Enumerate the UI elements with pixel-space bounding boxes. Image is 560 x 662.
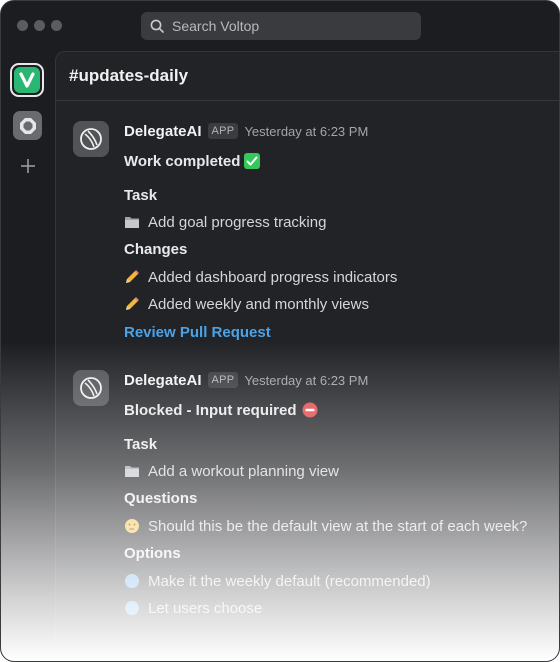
task-line: Add a workout planning view xyxy=(124,460,339,482)
option-text: Make it the weekly default (recommended) xyxy=(148,572,431,590)
message-meta: DelegateAI APP Yesterday at 6:23 PM xyxy=(124,121,559,141)
blue-circle-icon xyxy=(124,600,140,616)
search-placeholder: Search Voltop xyxy=(172,18,260,34)
changes-heading: Changes xyxy=(124,240,188,258)
sender-name[interactable]: DelegateAI xyxy=(124,372,202,389)
close-window-button[interactable] xyxy=(17,20,28,31)
check-mark-icon xyxy=(244,153,261,169)
channel-header: #updates-daily xyxy=(56,52,559,101)
workspace-rail xyxy=(1,51,55,661)
channel-name[interactable]: #updates-daily xyxy=(69,66,188,86)
option-item[interactable]: Let users choose xyxy=(124,597,262,619)
option-text: Let users choose xyxy=(148,599,263,617)
review-pull-request-link[interactable]: Review Pull Request xyxy=(124,321,271,343)
status-text: Blocked - Input required xyxy=(124,401,297,419)
workspace-octagon-icon xyxy=(19,117,36,134)
app-badge: APP xyxy=(207,372,239,388)
change-item: Added weekly and monthly views xyxy=(124,293,369,315)
add-workspace-button[interactable] xyxy=(17,155,39,177)
bot-avatar[interactable] xyxy=(73,121,109,157)
folder-icon xyxy=(124,464,140,478)
task-text: Add goal progress tracking xyxy=(148,213,327,231)
message-body: DelegateAI APP Yesterday at 6:23 PM Bloc… xyxy=(124,370,559,617)
workspace-secondary[interactable] xyxy=(13,111,42,140)
folder-icon xyxy=(124,215,140,229)
status-line: Blocked - Input required xyxy=(124,399,318,421)
plus-icon xyxy=(21,159,35,173)
task-line: Add goal progress tracking xyxy=(124,211,326,233)
task-text: Add a workout planning view xyxy=(148,462,339,480)
title-bar: Search Voltop xyxy=(1,1,559,51)
bot-avatar[interactable] xyxy=(73,370,109,406)
no-entry-icon xyxy=(302,402,318,418)
task-heading: Task xyxy=(124,186,158,204)
thinking-face-icon xyxy=(124,518,140,534)
message-meta: DelegateAI APP Yesterday at 6:23 PM xyxy=(124,370,559,390)
app-badge: APP xyxy=(207,123,239,139)
pencil-icon xyxy=(124,269,140,285)
message-timestamp[interactable]: Yesterday at 6:23 PM xyxy=(244,373,368,388)
status-line: Work completed xyxy=(124,150,261,172)
workspace-voltop[interactable] xyxy=(10,63,44,97)
change-text: Added dashboard progress indicators xyxy=(148,268,398,286)
app-window: Search Voltop #updates-daily DelegateAI … xyxy=(0,0,560,662)
channel-panel: #updates-daily DelegateAI APP Yesterday … xyxy=(55,51,559,661)
task-heading: Task xyxy=(124,435,158,453)
search-bar[interactable]: Search Voltop xyxy=(141,12,421,40)
options-heading: Options xyxy=(124,544,181,562)
delegate-logo-icon xyxy=(80,128,102,150)
search-icon xyxy=(150,19,164,33)
option-item[interactable]: Make it the weekly default (recommended) xyxy=(124,570,431,592)
pencil-icon xyxy=(124,296,140,312)
sender-name[interactable]: DelegateAI xyxy=(124,123,202,140)
blue-circle-icon xyxy=(124,573,140,589)
status-text: Work completed xyxy=(124,152,241,170)
v-logo-icon xyxy=(19,72,35,88)
zoom-window-button[interactable] xyxy=(51,20,62,31)
change-text: Added weekly and monthly views xyxy=(148,295,369,313)
change-item: Added dashboard progress indicators xyxy=(124,266,397,288)
minimize-window-button[interactable] xyxy=(34,20,45,31)
message-body: DelegateAI APP Yesterday at 6:23 PM Work… xyxy=(124,121,559,341)
workspace-logo xyxy=(14,67,40,93)
question-text: Should this be the default view at the s… xyxy=(148,517,528,535)
question-line: Should this be the default view at the s… xyxy=(124,515,527,537)
questions-heading: Questions xyxy=(124,489,198,507)
message-timestamp[interactable]: Yesterday at 6:23 PM xyxy=(244,124,368,139)
delegate-logo-icon xyxy=(80,377,102,399)
